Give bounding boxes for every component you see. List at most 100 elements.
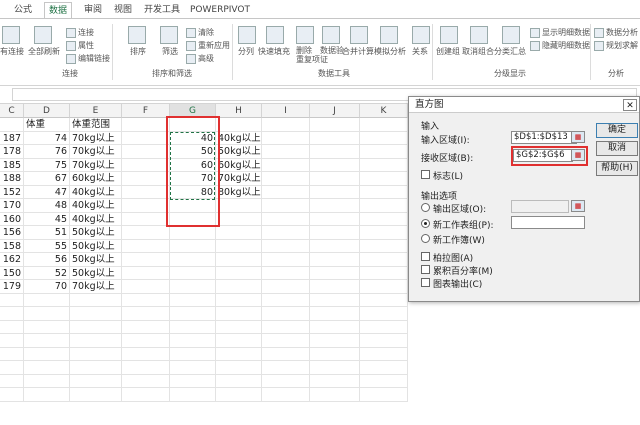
- cell-g[interactable]: [170, 320, 216, 334]
- cell-d[interactable]: 52: [24, 266, 70, 280]
- cell-e[interactable]: [70, 347, 122, 361]
- cell-e[interactable]: [70, 374, 122, 388]
- cell-j[interactable]: [310, 293, 360, 307]
- solver-button[interactable]: 规划求解: [594, 40, 638, 51]
- cell-f[interactable]: [122, 334, 170, 348]
- cell-c[interactable]: 187: [0, 131, 24, 145]
- cell-k[interactable]: [360, 145, 408, 159]
- cell-d[interactable]: [24, 334, 70, 348]
- cell-g[interactable]: [170, 266, 216, 280]
- cell-g[interactable]: [170, 239, 216, 253]
- data-validation-icon[interactable]: [322, 26, 340, 44]
- what-if-analysis-button[interactable]: 模拟分析: [374, 46, 406, 57]
- cell-i[interactable]: [262, 172, 310, 186]
- advanced-filter-button[interactable]: 高级: [186, 53, 214, 64]
- cell-k[interactable]: [360, 293, 408, 307]
- cell-j[interactable]: [310, 334, 360, 348]
- close-icon[interactable]: ✕: [623, 99, 637, 111]
- cell-d[interactable]: 56: [24, 253, 70, 267]
- cell-j[interactable]: [310, 361, 360, 375]
- cell-j[interactable]: [310, 347, 360, 361]
- cell-g[interactable]: [170, 118, 216, 132]
- cell-i[interactable]: [262, 131, 310, 145]
- cell-k[interactable]: [360, 185, 408, 199]
- cell-i[interactable]: [262, 266, 310, 280]
- cell-k[interactable]: [360, 334, 408, 348]
- show-detail-button[interactable]: 显示明细数据: [530, 27, 590, 38]
- group-icon[interactable]: [440, 26, 458, 44]
- new-sheet-radio[interactable]: [421, 219, 430, 228]
- text-to-columns-icon[interactable]: [238, 26, 256, 44]
- cell-j[interactable]: [310, 388, 360, 402]
- range-picker-icon[interactable]: ▦: [571, 131, 585, 143]
- cell-i[interactable]: [262, 212, 310, 226]
- cell-h[interactable]: [216, 347, 262, 361]
- cell-h[interactable]: [216, 293, 262, 307]
- subtotal-button[interactable]: 分类汇总: [494, 46, 526, 57]
- cell-e[interactable]: 70kg以上: [70, 131, 122, 145]
- cell-h[interactable]: [216, 280, 262, 294]
- filter-button[interactable]: 筛选: [162, 46, 178, 57]
- cell-f[interactable]: [122, 131, 170, 145]
- reapply-button[interactable]: 重新应用: [186, 40, 230, 51]
- consolidate-button[interactable]: 合并计算: [342, 46, 374, 57]
- cell-k[interactable]: [360, 226, 408, 240]
- ungroup-icon[interactable]: [470, 26, 488, 44]
- flash-fill-icon[interactable]: [266, 26, 284, 44]
- cell-e[interactable]: 40kg以上: [70, 185, 122, 199]
- cell-d[interactable]: 体重: [24, 118, 70, 132]
- cell-g[interactable]: [170, 212, 216, 226]
- labels-checkbox[interactable]: [421, 170, 430, 179]
- cell-g[interactable]: [170, 334, 216, 348]
- cell-e[interactable]: 50kg以上: [70, 266, 122, 280]
- tab-data[interactable]: 数据: [44, 2, 73, 18]
- cell-j[interactable]: [310, 212, 360, 226]
- cell-f[interactable]: [122, 239, 170, 253]
- column-header-k[interactable]: K: [360, 104, 408, 118]
- cell-e[interactable]: 70kg以上: [70, 145, 122, 159]
- cell-h[interactable]: 50kg以上: [216, 145, 262, 159]
- cell-j[interactable]: [310, 185, 360, 199]
- cell-c[interactable]: [0, 307, 24, 321]
- cell-f[interactable]: [122, 145, 170, 159]
- cell-f[interactable]: [122, 118, 170, 132]
- cell-c[interactable]: [0, 334, 24, 348]
- cell-j[interactable]: [310, 131, 360, 145]
- cell-d[interactable]: [24, 388, 70, 402]
- cell-h[interactable]: 80kg以上: [216, 185, 262, 199]
- cell-f[interactable]: [122, 293, 170, 307]
- cell-k[interactable]: [360, 347, 408, 361]
- chart-output-checkbox[interactable]: [421, 278, 430, 287]
- cell-f[interactable]: [122, 347, 170, 361]
- cell-g[interactable]: 60: [170, 158, 216, 172]
- cell-c[interactable]: [0, 361, 24, 375]
- cell-g[interactable]: 80: [170, 185, 216, 199]
- cell-e[interactable]: 70kg以上: [70, 158, 122, 172]
- text-to-columns-button[interactable]: 分列: [238, 46, 254, 57]
- cell-g[interactable]: [170, 307, 216, 321]
- cell-d[interactable]: 48: [24, 199, 70, 213]
- cell-j[interactable]: [310, 307, 360, 321]
- cell-f[interactable]: [122, 199, 170, 213]
- cell-d[interactable]: 55: [24, 239, 70, 253]
- cell-h[interactable]: [216, 253, 262, 267]
- cell-h[interactable]: [216, 307, 262, 321]
- cell-c[interactable]: 160: [0, 212, 24, 226]
- pareto-checkbox[interactable]: [421, 252, 430, 261]
- cell-k[interactable]: [360, 374, 408, 388]
- cell-g[interactable]: [170, 293, 216, 307]
- cell-i[interactable]: [262, 199, 310, 213]
- cell-e[interactable]: [70, 361, 122, 375]
- refresh-all-button[interactable]: 全部刷新: [28, 46, 60, 57]
- cell-f[interactable]: [122, 374, 170, 388]
- cell-j[interactable]: [310, 374, 360, 388]
- cell-f[interactable]: [122, 253, 170, 267]
- cell-e[interactable]: 40kg以上: [70, 212, 122, 226]
- cell-d[interactable]: 47: [24, 185, 70, 199]
- properties-button[interactable]: 属性: [66, 40, 94, 51]
- cell-i[interactable]: [262, 347, 310, 361]
- cell-f[interactable]: [122, 320, 170, 334]
- cell-k[interactable]: [360, 280, 408, 294]
- help-button[interactable]: 帮助(H): [596, 161, 638, 176]
- cell-c[interactable]: [0, 388, 24, 402]
